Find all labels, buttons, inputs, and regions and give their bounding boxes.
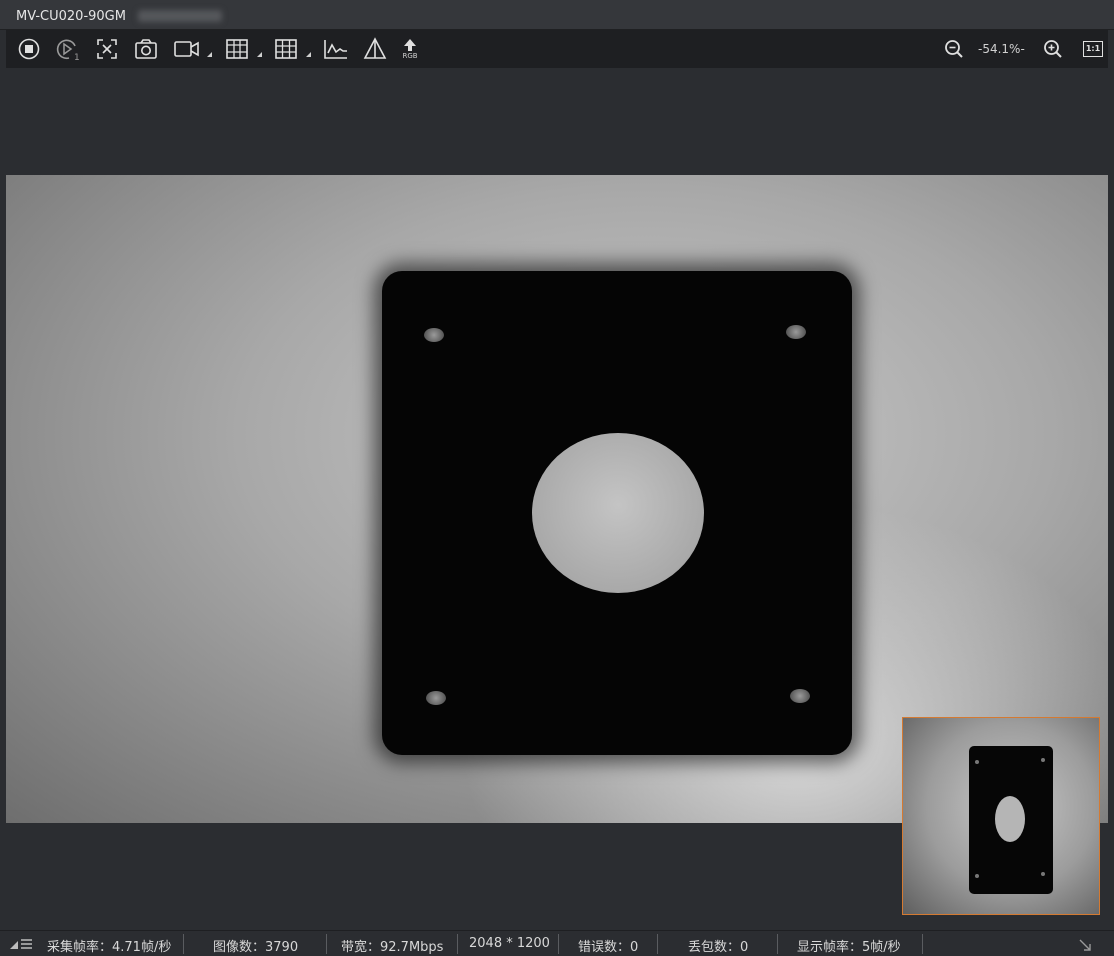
lost-packets: 丢包数：0 [688, 940, 749, 955]
fit-window-button[interactable] [94, 37, 120, 61]
record-icon [174, 41, 199, 57]
fit-screen-icon [97, 39, 117, 59]
blurred-serial [138, 10, 222, 22]
minimap-plate [969, 746, 1053, 894]
rgb-label: RGB [402, 52, 418, 60]
stop-icon [18, 38, 40, 60]
window-title: MV-CU020-90GM [16, 9, 126, 24]
record-button[interactable] [172, 37, 202, 61]
image-count: 图像数：3790 [213, 940, 299, 955]
actual-size-button[interactable]: 1:1 [1082, 37, 1104, 61]
rgb-button[interactable]: RGB [398, 37, 422, 61]
display-fps: 显示帧率：5帧/秒 [797, 940, 901, 955]
capture-fps: 采集帧率：4.71帧/秒 [47, 940, 172, 955]
center-hole [532, 433, 704, 593]
navigator-minimap[interactable] [902, 717, 1100, 915]
status-divider [457, 934, 458, 954]
grid-button[interactable] [273, 37, 299, 61]
bandwidth: 带宽：92.7Mbps [341, 940, 444, 955]
minimap-hole [995, 796, 1025, 842]
status-bar: 采集帧率：4.71帧/秒 图像数：3790 带宽：92.7Mbps 2048 *… [0, 930, 1114, 956]
record-dropdown-caret[interactable] [207, 52, 212, 57]
status-divider [657, 934, 658, 954]
zoom-out-icon [945, 40, 963, 58]
status-divider [558, 934, 559, 954]
image-viewer[interactable] [6, 68, 1108, 930]
rgb-icon [404, 39, 416, 51]
histogram-icon [324, 40, 347, 59]
resolution: 2048 * 1200 [469, 936, 550, 951]
actual-size-label: 1:1 [1085, 44, 1101, 53]
mirror-button[interactable] [362, 37, 388, 61]
minimap-dot [1041, 758, 1045, 762]
zoom-in-button[interactable] [1042, 37, 1064, 61]
zoom-level[interactable]: -54.1%- [978, 42, 1025, 56]
plate-hole [786, 325, 806, 339]
toolbar: 1 RGB -54.1%- 1:1 [6, 30, 1108, 68]
crosshair-button[interactable] [224, 37, 250, 61]
grid-icon [275, 39, 297, 59]
zoom-in-icon [1044, 40, 1062, 58]
plate-hole [426, 691, 446, 705]
grid-cross-icon [226, 39, 248, 59]
svg-text:1: 1 [74, 53, 80, 61]
status-divider [326, 934, 327, 954]
grid-dropdown-caret[interactable] [306, 52, 311, 57]
crosshair-dropdown-caret[interactable] [257, 52, 262, 57]
camera-icon [135, 39, 157, 59]
status-menu-icon[interactable] [9, 938, 33, 950]
title-bar: MV-CU020-90GM [0, 0, 1114, 30]
resize-corner-icon[interactable] [1078, 938, 1092, 952]
status-divider [922, 934, 923, 954]
single-shot-button[interactable]: 1 [55, 37, 81, 61]
snapshot-button[interactable] [133, 37, 159, 61]
actual-size-icon: 1:1 [1083, 41, 1103, 57]
error-count: 错误数：0 [578, 940, 639, 955]
mirror-icon [363, 37, 387, 59]
stop-button[interactable] [16, 37, 42, 61]
plate-hole [790, 689, 810, 703]
metal-plate [382, 271, 852, 755]
minimap-dot [975, 760, 979, 764]
status-divider [183, 934, 184, 954]
zoom-out-button[interactable] [943, 37, 965, 61]
play-once-icon: 1 [56, 39, 80, 61]
minimap-dot [1041, 872, 1045, 876]
status-divider [777, 934, 778, 954]
plate-hole [424, 328, 444, 342]
minimap-dot [975, 874, 979, 878]
histogram-button[interactable] [322, 37, 350, 61]
